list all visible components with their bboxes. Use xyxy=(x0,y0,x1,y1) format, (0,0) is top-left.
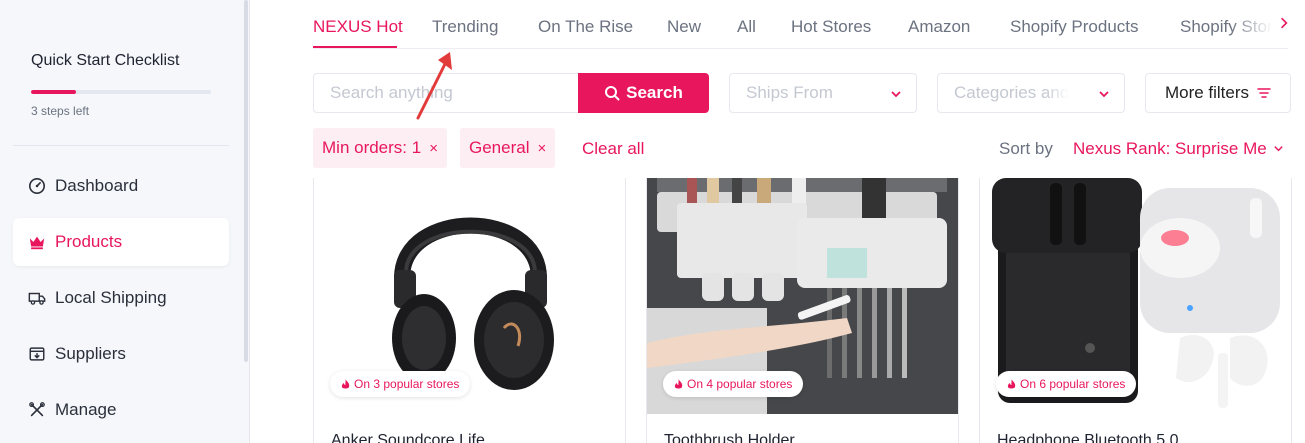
sidebar-divider xyxy=(13,145,229,146)
checklist-progress-bar xyxy=(31,90,211,94)
fire-icon xyxy=(1007,378,1016,388)
popular-stores-text: On 4 popular stores xyxy=(687,377,793,391)
chevron-down-icon xyxy=(891,91,901,98)
tabs-scroll-right-icon[interactable] xyxy=(1280,16,1294,34)
checklist-title[interactable]: Quick Start Checklist xyxy=(31,52,216,70)
popular-stores-text: On 3 popular stores xyxy=(354,377,460,391)
sidebar-item-label: Products xyxy=(55,232,123,251)
search-button[interactable]: Search xyxy=(578,73,709,113)
popular-stores-badge: On 3 popular stores xyxy=(330,371,471,397)
sidebar-item-local-shipping[interactable]: Local Shipping xyxy=(13,274,229,322)
gauge-icon xyxy=(27,176,47,196)
filter-chip-general[interactable]: General × xyxy=(460,128,556,168)
product-name[interactable]: Toothbrush Holder xyxy=(664,432,795,443)
popular-stores-text: On 6 popular stores xyxy=(1020,377,1126,391)
product-card[interactable]: On 6 popular stores Headphone Bluetooth … xyxy=(979,178,1292,443)
steps-left-text: 3 steps left xyxy=(31,104,90,118)
more-filters-label: More filters xyxy=(1164,83,1250,102)
product-name[interactable]: Headphone Bluetooth 5.0 xyxy=(997,432,1178,443)
tools-icon xyxy=(27,400,47,420)
close-icon[interactable]: × xyxy=(537,140,546,157)
fire-icon xyxy=(674,378,683,388)
product-card[interactable]: On 4 popular stores Toothbrush Holder xyxy=(646,178,959,443)
popular-stores-badge: On 4 popular stores xyxy=(663,371,804,397)
product-name[interactable]: Anker Soundcore Life xyxy=(331,432,485,443)
filter-chip-min-orders[interactable]: Min orders: 1 × xyxy=(313,128,447,168)
checklist-progress-fill xyxy=(31,90,76,94)
truck-icon xyxy=(27,288,47,308)
sidebar-item-dashboard[interactable]: Dashboard xyxy=(13,162,229,210)
sidebar-item-label: Suppliers xyxy=(55,344,126,363)
app: Quick Start Checklist 3 steps left Dashb… xyxy=(0,0,1305,443)
sidebar: Quick Start Checklist 3 steps left Dashb… xyxy=(0,0,250,443)
search-input[interactable] xyxy=(313,73,579,113)
quick-start-checklist[interactable]: Quick Start Checklist 3 steps left xyxy=(31,52,216,118)
chevron-down-icon[interactable] xyxy=(1273,143,1284,154)
tab-amazon[interactable]: Amazon xyxy=(908,17,970,37)
tab-on-the-rise[interactable]: On The Rise xyxy=(538,17,633,37)
tab-shopify-products[interactable]: Shopify Products xyxy=(1010,17,1139,37)
ships-from-placeholder: Ships From xyxy=(746,83,833,102)
inbox-icon xyxy=(27,344,47,364)
chip-label: Min orders: 1 xyxy=(322,138,422,157)
tab-new[interactable]: New xyxy=(667,17,701,37)
sidebar-item-products[interactable]: Products xyxy=(13,218,229,266)
close-icon[interactable]: × xyxy=(429,140,438,157)
popular-stores-badge: On 6 popular stores xyxy=(996,371,1137,397)
tab-nexus-hot[interactable]: NEXUS Hot xyxy=(313,17,403,37)
filter-lines-icon xyxy=(1257,88,1271,98)
sidebar-item-manage[interactable]: Manage xyxy=(13,386,229,434)
sidebar-scrollbar[interactable] xyxy=(244,0,248,362)
sidebar-item-suppliers[interactable]: Suppliers xyxy=(13,330,229,378)
sort-by-label: Sort by xyxy=(999,139,1053,158)
more-filters-button[interactable]: More filters xyxy=(1145,73,1291,113)
sort-select[interactable]: Nexus Rank: Surprise Me xyxy=(1073,139,1267,159)
search-icon xyxy=(605,86,620,101)
chip-label: General xyxy=(469,138,530,157)
tab-trending[interactable]: Trending xyxy=(432,17,498,37)
chevron-down-icon xyxy=(1099,91,1109,98)
product-card[interactable]: On 3 popular stores Anker Soundcore Life xyxy=(313,178,626,443)
tab-hot-stores[interactable]: Hot Stores xyxy=(791,17,871,37)
fire-icon xyxy=(341,378,350,388)
active-tab-underline xyxy=(313,46,397,48)
product-tabs: NEXUS Hot Trending On The Rise New All H… xyxy=(313,0,1288,49)
sidebar-item-label: Dashboard xyxy=(55,176,139,195)
crown-icon xyxy=(27,232,47,252)
tab-all[interactable]: All xyxy=(737,17,756,37)
categories-placeholder: Categories and Niches xyxy=(954,83,1069,102)
categories-select[interactable]: Categories and Niches xyxy=(937,73,1125,113)
clear-all-link[interactable]: Clear all xyxy=(582,139,644,159)
sidebar-item-label: Local Shipping xyxy=(55,288,167,307)
ships-from-select[interactable]: Ships From xyxy=(729,73,917,113)
search-button-label: Search xyxy=(626,83,683,102)
sidebar-item-label: Manage xyxy=(55,400,117,419)
